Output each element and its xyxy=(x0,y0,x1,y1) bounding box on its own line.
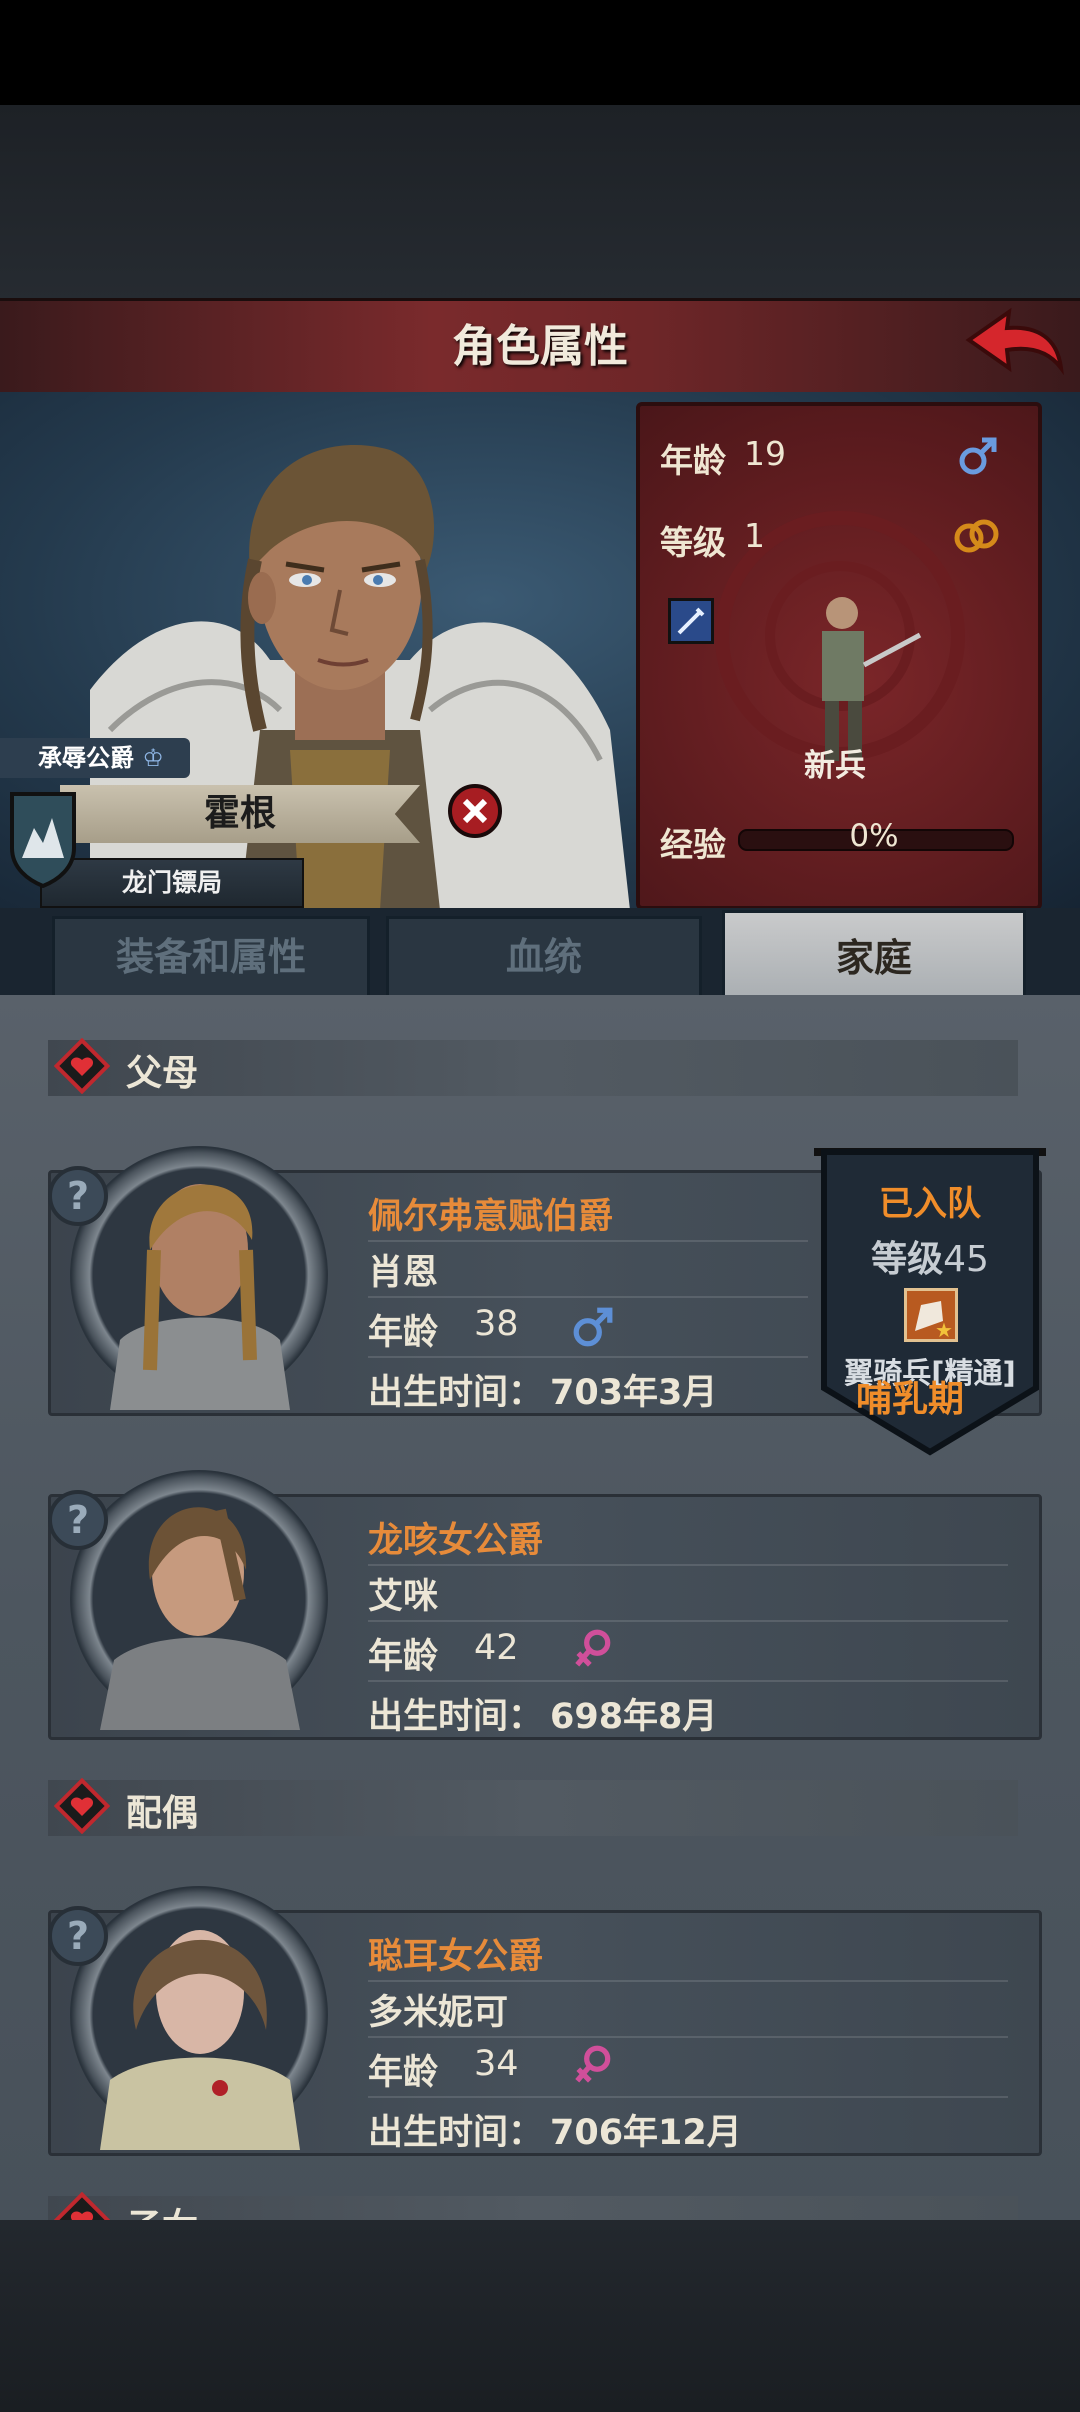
birth-value: 706年12月 xyxy=(550,2113,742,2153)
hussar-class-icon: ★ xyxy=(904,1288,958,1342)
heart-icon xyxy=(54,1778,110,1834)
noble-title-text: 承辱公爵 xyxy=(38,744,134,772)
level-value: 1 xyxy=(744,516,765,555)
father-portrait xyxy=(110,1184,290,1410)
heart-icon-children xyxy=(54,2192,110,2220)
close-icon xyxy=(462,798,488,824)
section-label-children-clip: 子女 xyxy=(126,2198,198,2220)
female-icon xyxy=(575,2045,611,2083)
family-rank: 龙咳女公爵 xyxy=(368,1521,544,1561)
age-label: 年龄 xyxy=(368,1313,439,1353)
birth-label: 出生时间： xyxy=(368,2113,544,2153)
guild-shield-icon xyxy=(10,792,76,888)
character-name: 霍根 xyxy=(60,785,420,843)
unit-name: 新兵 xyxy=(804,748,866,784)
heart-icon xyxy=(54,2192,110,2220)
divider xyxy=(368,2036,1008,2038)
tab-bloodline[interactable]: 血统 xyxy=(386,916,702,998)
level-label: 等级 xyxy=(660,523,726,562)
tab-family[interactable]: 家庭 xyxy=(722,910,1026,1003)
joined-level-value: 45 xyxy=(943,1239,989,1280)
help-button[interactable]: ? xyxy=(48,1490,108,1550)
birth-value: 703年3月 xyxy=(550,1373,718,1413)
divider xyxy=(368,1980,1008,1982)
family-rank: 佩尔弗意赋伯爵 xyxy=(368,1197,614,1237)
tab-equipment[interactable]: 装备和属性 xyxy=(52,916,370,998)
age-value: 19 xyxy=(744,434,786,473)
divider xyxy=(368,1680,1008,1682)
section-label-spouse: 配偶 xyxy=(126,1793,199,1834)
joined-status: 已入队 xyxy=(879,1184,981,1224)
title-bar: 角色属性 xyxy=(0,298,1080,397)
divider xyxy=(368,2096,1008,2098)
age-label: 年龄 xyxy=(368,2053,439,2093)
family-name: 多米妮可 xyxy=(368,1993,509,2033)
group-name: 龙门镖局 xyxy=(40,858,304,908)
joined-level: 等级45 xyxy=(814,1230,1046,1282)
crown-icon: ♔ xyxy=(142,744,164,772)
exp-label: 经验 xyxy=(660,825,726,864)
back-arrow-icon[interactable] xyxy=(965,306,1065,382)
divider xyxy=(368,1620,1008,1622)
divider xyxy=(368,1240,808,1242)
mother-portrait xyxy=(100,1507,300,1730)
bottom-backdrop xyxy=(0,2220,1080,2412)
joined-level-label: 等级 xyxy=(871,1239,944,1280)
nursing-status: 哺乳期 xyxy=(855,1379,964,1420)
section-label-children: 子女 xyxy=(126,2198,198,2220)
male-icon xyxy=(959,437,997,475)
birth-label: 出生时间： xyxy=(368,1373,544,1413)
female-icon xyxy=(575,1629,611,1667)
rings-icon xyxy=(954,519,999,553)
age-label: 年龄 xyxy=(368,1637,439,1677)
help-button[interactable]: ? xyxy=(48,1906,108,1966)
family-name: 艾咪 xyxy=(368,1577,439,1617)
top-backdrop xyxy=(0,105,1080,300)
birth-value: 698年8月 xyxy=(550,1697,718,1737)
male-icon xyxy=(573,1307,613,1347)
status-bar xyxy=(0,0,1080,105)
divider xyxy=(368,1356,808,1358)
heart-icon xyxy=(54,1038,110,1094)
section-label-parents: 父母 xyxy=(126,1053,199,1094)
noble-title-tag: 承辱公爵 ♔ xyxy=(0,738,190,778)
family-name: 肖恩 xyxy=(368,1253,439,1293)
age-value: 34 xyxy=(474,2044,519,2084)
age-value: 42 xyxy=(474,1628,519,1668)
birth-label: 出生时间： xyxy=(368,1697,544,1737)
dismiss-button[interactable] xyxy=(448,784,502,838)
exp-percent: 0% xyxy=(849,818,899,854)
spouse-portrait xyxy=(100,1930,300,2150)
help-button[interactable]: ? xyxy=(48,1166,108,1226)
age-value: 38 xyxy=(474,1304,519,1344)
svg-text:★: ★ xyxy=(935,1318,953,1339)
divider xyxy=(368,1564,1008,1566)
page-title: 角色属性 xyxy=(452,321,628,372)
age-label: 年龄 xyxy=(660,441,726,480)
family-rank: 聪耳女公爵 xyxy=(368,1937,544,1977)
divider xyxy=(368,1296,808,1298)
sword-skill-icon[interactable] xyxy=(668,598,714,644)
